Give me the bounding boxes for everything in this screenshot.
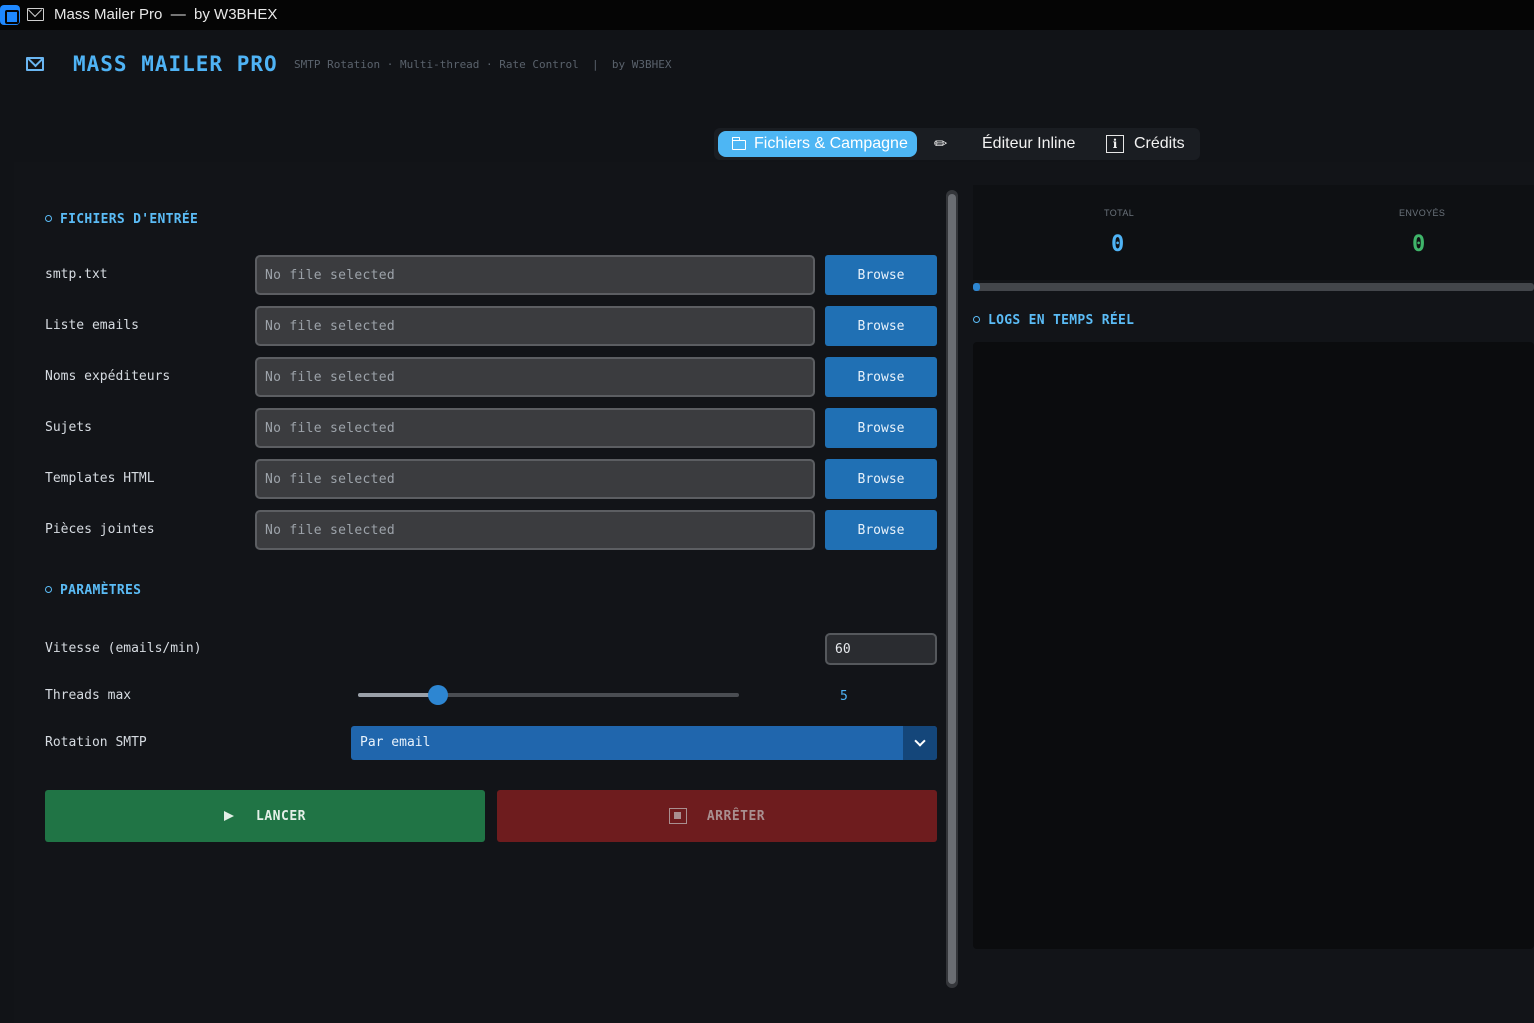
file-label-attachments: Pièces jointes <box>45 522 155 537</box>
bullet-icon <box>973 316 980 323</box>
stat-sent-label: ENVOYÉS <box>1399 208 1446 218</box>
tab-label: Fichiers & Campagne <box>754 135 908 152</box>
section-title-logs: LOGS EN TEMPS RÉEL <box>973 313 1134 328</box>
app-subtitle: SMTP Rotation · Multi-thread · Rate Cont… <box>294 58 672 71</box>
folder-icon <box>732 137 746 150</box>
file-field-emails[interactable]: No file selected <box>255 306 815 346</box>
progress-bar <box>973 283 1534 291</box>
threads-slider-handle[interactable] <box>428 685 448 705</box>
file-label-emails: Liste emails <box>45 318 139 333</box>
file-label-smtp: smtp.txt <box>45 267 108 282</box>
rotation-selected-value: Par email <box>360 735 431 750</box>
browse-button-emails[interactable]: Browse <box>825 306 937 346</box>
stat-total-label: TOTAL <box>1104 208 1135 218</box>
rotation-label: Rotation SMTP <box>45 735 147 750</box>
stats-panel: TOTAL 0 ENVOYÉS 0 <box>973 185 1534 280</box>
section-title-params: PARAMÈTRES <box>45 583 141 598</box>
browse-button-senders[interactable]: Browse <box>825 357 937 397</box>
speed-input[interactable]: 60 <box>825 633 937 665</box>
file-field-templates[interactable]: No file selected <box>255 459 815 499</box>
launch-label: LANCER <box>256 808 306 824</box>
app-header: MASS MAILER PRO SMTP Rotation · Multi-th… <box>0 30 1534 125</box>
app-title: MASS MAILER PRO <box>73 52 278 76</box>
pencil-icon: ✏ <box>934 136 948 153</box>
bullet-icon <box>45 215 52 222</box>
section-title-files: FICHIERS D'ENTRÉE <box>45 212 198 227</box>
bullet-icon <box>45 586 52 593</box>
tab-credits[interactable]: i Crédits <box>1106 131 1185 157</box>
stop-icon <box>668 808 687 824</box>
tab-label: Crédits <box>1134 135 1185 152</box>
envelope-icon <box>27 8 44 21</box>
progress-bar-fill <box>973 283 981 291</box>
browse-button-templates[interactable]: Browse <box>825 459 937 499</box>
stop-label: ARRÊTER <box>706 808 766 824</box>
tab-bar: Fichiers & Campagne ✏ Éditeur Inline i C… <box>714 128 1200 160</box>
stat-sent-value: 0 <box>1412 232 1426 257</box>
scrollbar-thumb[interactable] <box>948 194 956 984</box>
info-icon: i <box>1106 135 1124 153</box>
file-label-subjects: Sujets <box>45 420 92 435</box>
threads-slider-fill <box>358 693 438 697</box>
tab-pencil[interactable]: ✏ <box>934 131 954 157</box>
file-field-senders[interactable]: No file selected <box>255 357 815 397</box>
threads-slider[interactable] <box>358 685 739 705</box>
file-field-smtp[interactable]: No file selected <box>255 255 815 295</box>
window-titlebar: Mass Mailer Pro — by W3BHEX <box>0 0 1534 30</box>
file-field-attachments[interactable]: No file selected <box>255 510 815 550</box>
browse-button-smtp[interactable]: Browse <box>825 255 937 295</box>
file-field-subjects[interactable]: No file selected <box>255 408 815 448</box>
threads-label: Threads max <box>45 688 132 703</box>
tab-fichiers-campagne[interactable]: Fichiers & Campagne <box>718 131 917 157</box>
launch-button[interactable]: LANCER <box>45 790 485 842</box>
browse-button-attachments[interactable]: Browse <box>825 510 937 550</box>
tab-editeur-inline[interactable]: Éditeur Inline <box>982 131 1075 157</box>
play-icon <box>224 811 235 821</box>
window-title: Mass Mailer Pro — by W3BHEX <box>54 6 278 23</box>
left-panel-scrollbar[interactable] <box>946 190 958 988</box>
chevron-down-icon[interactable] <box>903 726 937 760</box>
tab-label: Éditeur Inline <box>982 135 1076 152</box>
file-label-templates: Templates HTML <box>45 471 155 486</box>
speed-label: Vitesse (emails/min) <box>45 641 202 656</box>
stat-total-value: 0 <box>1111 232 1125 257</box>
rotation-select[interactable]: Par email <box>351 726 937 760</box>
file-label-senders: Noms expéditeurs <box>45 369 171 384</box>
threads-value: 5 <box>840 689 848 704</box>
logs-console <box>973 342 1534 949</box>
stop-button[interactable]: ARRÊTER <box>497 790 937 842</box>
envelope-icon <box>26 57 44 71</box>
app-taskbar-icon <box>0 5 20 25</box>
browse-button-subjects[interactable]: Browse <box>825 408 937 448</box>
